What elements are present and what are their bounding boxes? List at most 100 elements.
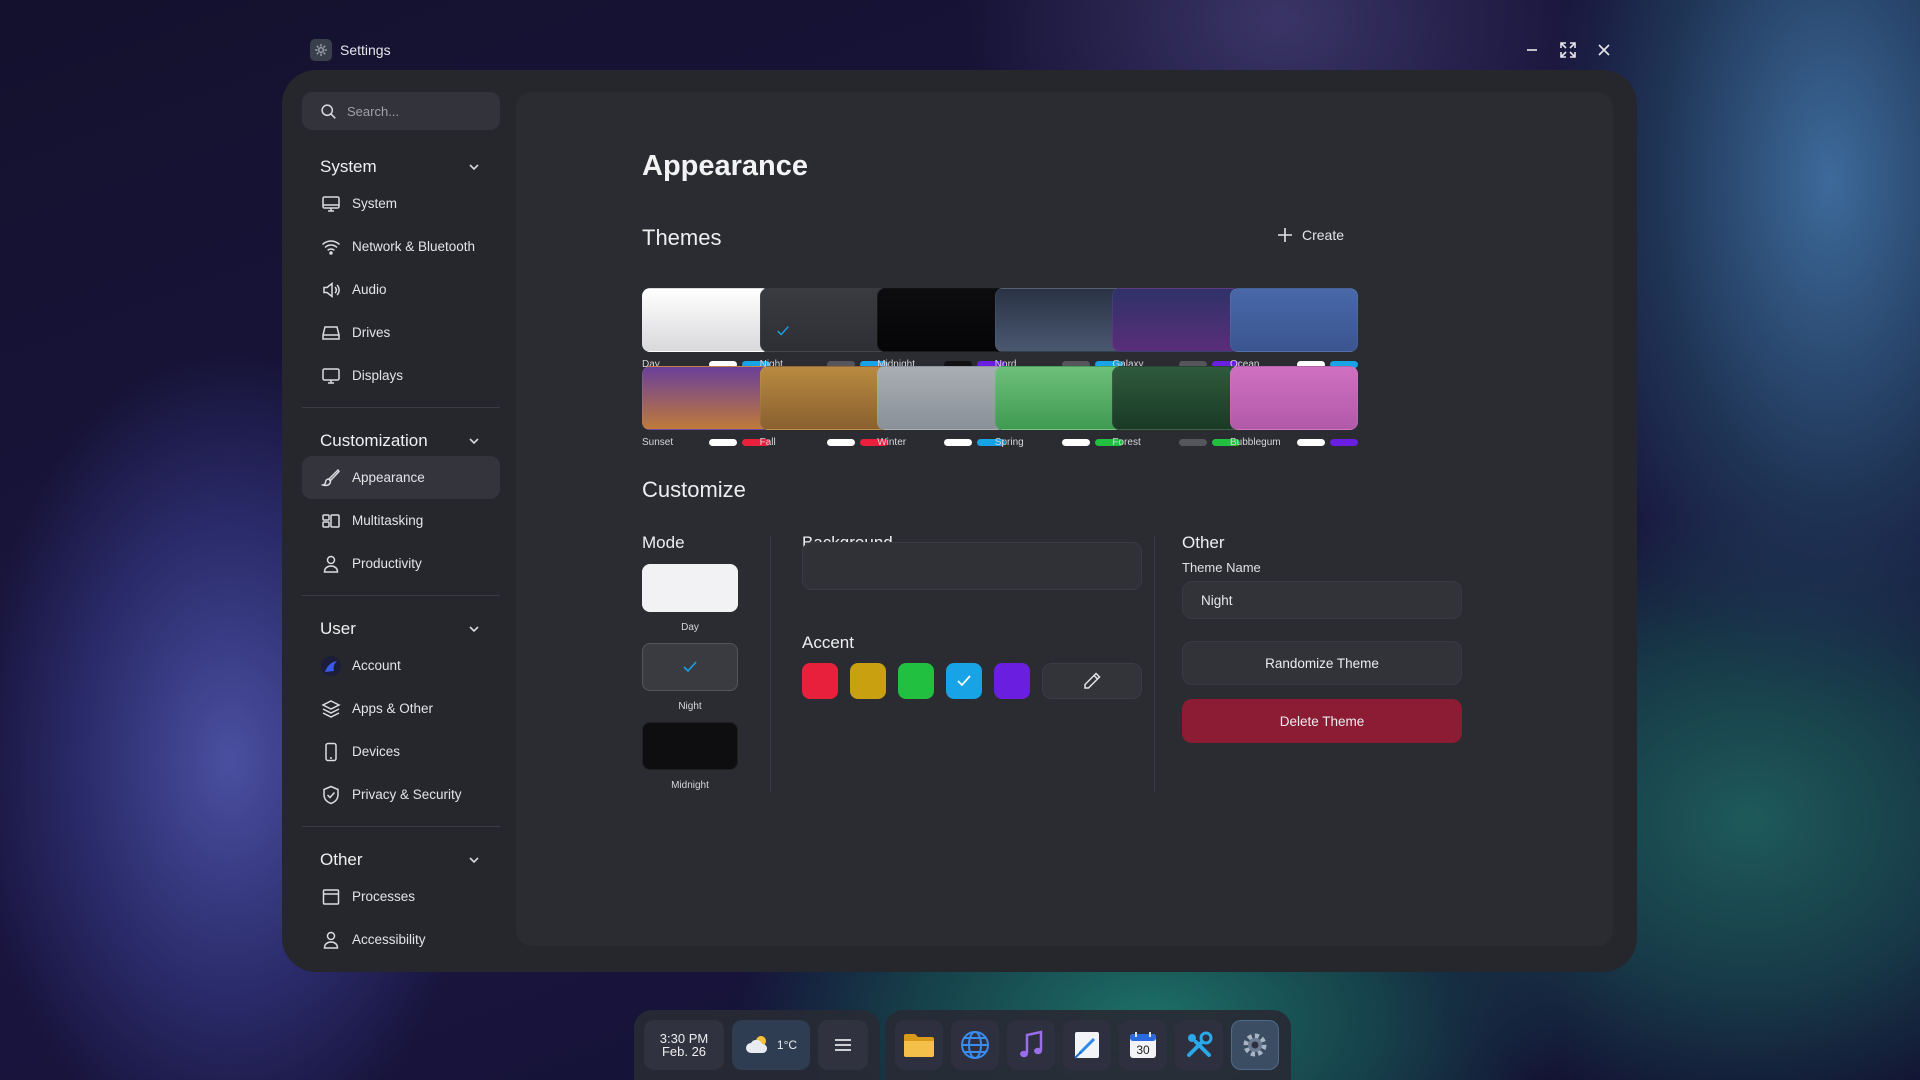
folder-icon <box>904 1034 934 1057</box>
weather-temp: 1°C <box>776 1038 798 1052</box>
theme-color-pill <box>826 438 855 446</box>
close-button[interactable] <box>1592 38 1616 62</box>
sidebar-item-productivity[interactable]: Productivity <box>302 542 500 585</box>
settings-icon <box>1243 1033 1267 1057</box>
theme-swatch <box>877 288 1006 352</box>
checkmark-icon <box>957 675 971 687</box>
clock-widget[interactable]: 3:30 PM Feb. 26 <box>644 1020 724 1070</box>
sidebar-item-label: Displays <box>352 368 404 383</box>
wifi-icon <box>320 236 342 258</box>
sidebar-item-audio[interactable]: Audio <box>302 268 500 311</box>
custom-accent-button[interactable] <box>1042 663 1142 699</box>
theme-swatch <box>994 288 1123 352</box>
sidebar-item-appearance[interactable]: Appearance <box>302 456 500 499</box>
sidebar-item-label: Apps & Other <box>352 701 434 716</box>
group-title: User <box>320 619 356 638</box>
theme-swatch <box>994 366 1123 430</box>
sidebar: System System Network & Bluetooth Audio … <box>302 92 500 972</box>
sidebar-item-processes[interactable]: Processes <box>302 875 500 918</box>
clock-date: Feb. 26 <box>661 1044 707 1059</box>
group-header-user[interactable]: User <box>302 614 500 644</box>
sidebar-item-displays[interactable]: Displays <box>302 354 500 397</box>
accent-swatch[interactable] <box>850 663 886 699</box>
sidebar-item-label: Productivity <box>352 556 422 571</box>
customize-heading: Customize <box>642 477 746 502</box>
theme-name-field[interactable]: Night <box>1182 581 1462 619</box>
theme-card-galaxy[interactable]: Galaxy <box>1112 288 1241 370</box>
menu-button[interactable] <box>818 1020 868 1070</box>
theme-card-day[interactable]: Day <box>642 288 770 370</box>
group-title: Customization <box>320 431 428 450</box>
theme-card-sunset[interactable]: Sunset <box>642 366 770 448</box>
theme-meta: Fall <box>760 436 888 448</box>
settings-window: System System Network & Bluetooth Audio … <box>282 70 1637 972</box>
sidebar-item-label: Appearance <box>352 470 425 485</box>
weather-widget[interactable]: 1°C <box>732 1020 810 1070</box>
theme-card-night[interactable]: Night <box>759 288 888 370</box>
sidebar-item-privacy-security[interactable]: Privacy & Security <box>302 773 500 816</box>
theme-card-nord[interactable]: Nord <box>994 288 1123 370</box>
notes-icon <box>1074 1032 1099 1059</box>
theme-swatch <box>759 366 888 430</box>
themes-heading: Themes <box>642 225 722 250</box>
browser-app[interactable] <box>951 1020 999 1070</box>
mode-option-midnight[interactable]: Midnight <box>642 722 738 791</box>
music-icon <box>1020 1030 1043 1058</box>
background-picker[interactable] <box>802 542 1142 590</box>
theme-card-midnight[interactable]: Midnight <box>877 288 1006 370</box>
sidebar-divider <box>302 595 500 596</box>
sidebar-item-label: Multitasking <box>352 513 424 528</box>
mode-option-day[interactable]: Day <box>642 564 738 633</box>
randomize-theme-button[interactable]: Randomize Theme <box>1182 641 1462 685</box>
theme-name: Winter <box>877 436 907 448</box>
theme-card-bubblegum[interactable]: Bubblegum <box>1230 366 1358 448</box>
accent-swatch[interactable] <box>946 663 982 699</box>
theme-color-pill <box>944 438 973 446</box>
sidebar-item-network-bluetooth[interactable]: Network & Bluetooth <box>302 225 500 268</box>
sidebar-item-multitasking[interactable]: Multitasking <box>302 499 500 542</box>
group-header-other[interactable]: Other <box>302 845 500 875</box>
files-app[interactable] <box>895 1020 943 1070</box>
sidebar-item-label: Audio <box>352 282 387 297</box>
theme-name: Fall <box>759 436 776 448</box>
theme-name-label: Theme Name <box>1182 560 1261 575</box>
theme-card-forest[interactable]: Forest <box>1112 366 1241 448</box>
maximize-button[interactable] <box>1556 38 1580 62</box>
checkmark-icon <box>683 661 697 673</box>
sidebar-item-accessibility[interactable]: Accessibility <box>302 918 500 961</box>
group-header-customization[interactable]: Customization <box>302 426 500 456</box>
theme-name: Bubblegum <box>1230 436 1281 448</box>
accent-swatch[interactable] <box>802 663 838 699</box>
sidebar-item-drives[interactable]: Drives <box>302 311 500 354</box>
theme-card-winter[interactable]: Winter <box>877 366 1006 448</box>
layers-icon <box>320 698 342 720</box>
group-title: System <box>320 157 377 176</box>
group-title: Other <box>320 850 363 869</box>
search-icon <box>321 103 336 119</box>
mode-option-night[interactable]: Night <box>642 643 738 712</box>
column-divider <box>1154 536 1155 792</box>
accent-swatch[interactable] <box>898 663 934 699</box>
sidebar-item-devices[interactable]: Devices <box>302 730 500 773</box>
group-header-system[interactable]: System <box>302 152 500 182</box>
notes-app[interactable] <box>1063 1020 1111 1070</box>
calendar-app[interactable]: 30 <box>1119 1020 1167 1070</box>
minimize-button[interactable] <box>1520 38 1544 62</box>
theme-color-pill <box>1330 438 1358 446</box>
sidebar-item-apps-other[interactable]: Apps & Other <box>302 687 500 730</box>
theme-card-spring[interactable]: Spring <box>994 366 1123 448</box>
delete-theme-button[interactable]: Delete Theme <box>1182 699 1462 743</box>
theme-meta: Forest <box>1112 436 1241 448</box>
settings-app[interactable] <box>1231 1020 1279 1070</box>
theme-card-fall[interactable]: Fall <box>759 366 888 448</box>
music-app[interactable] <box>1007 1020 1055 1070</box>
sidebar-item-account[interactable]: Account <box>302 644 500 687</box>
accent-swatch[interactable] <box>994 663 1030 699</box>
tools-app[interactable] <box>1175 1020 1223 1070</box>
sidebar-item-system[interactable]: System <box>302 182 500 225</box>
calendar-day: 30 <box>1136 1043 1150 1057</box>
theme-card-ocean[interactable]: Ocean <box>1230 288 1358 370</box>
search-input[interactable] <box>347 103 487 119</box>
search-box[interactable] <box>302 92 500 130</box>
create-theme-button[interactable]: Create <box>1276 226 1344 244</box>
